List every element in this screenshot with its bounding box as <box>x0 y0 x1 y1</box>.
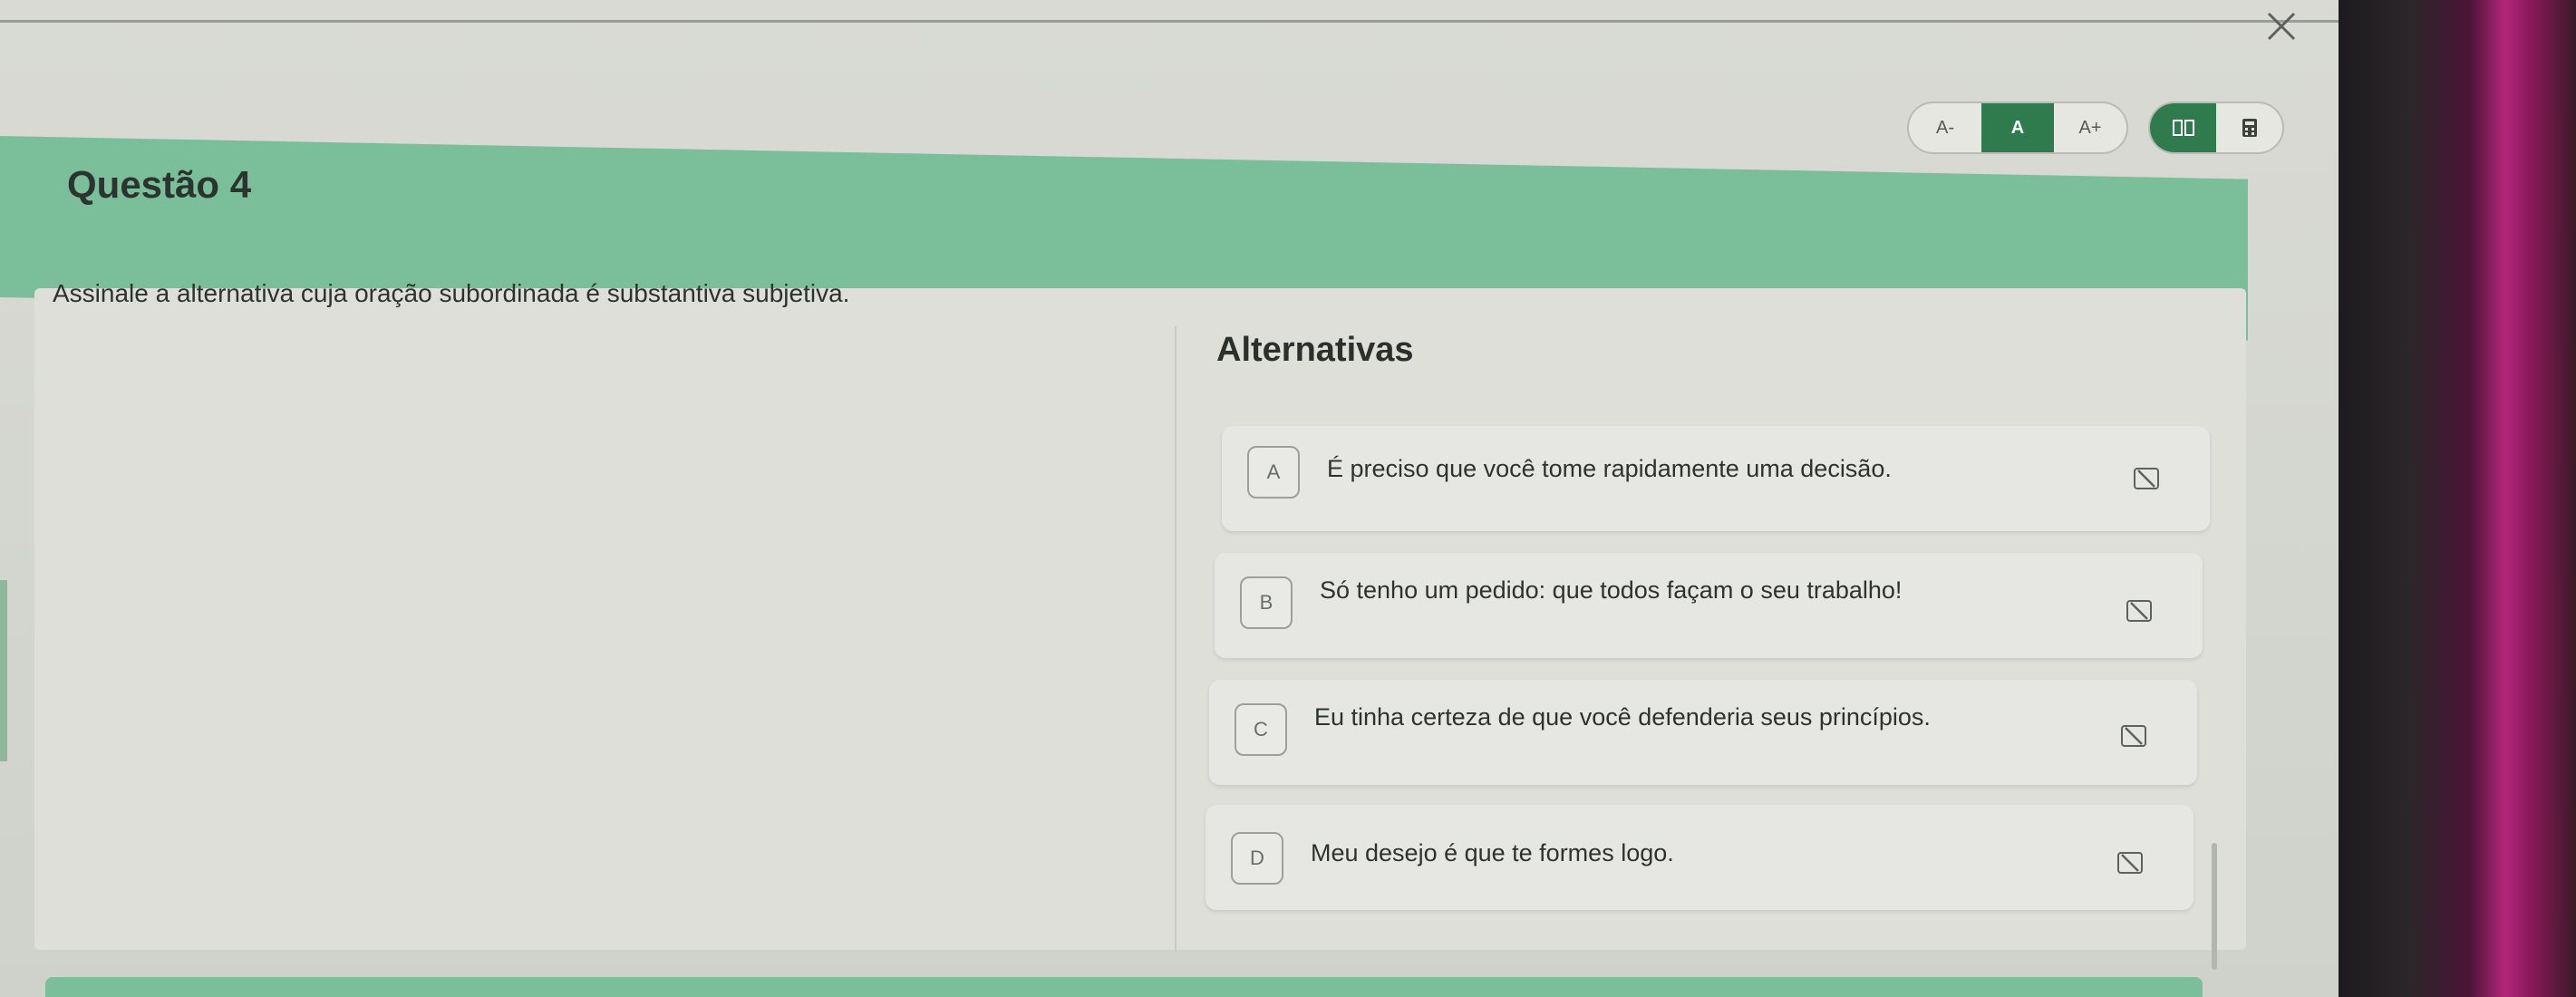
close-button[interactable] <box>2257 2 2306 51</box>
calculator-icon <box>2242 119 2257 137</box>
columns-view-button[interactable] <box>2150 103 2216 152</box>
alternative-text: Eu tinha certeza de que você defenderia … <box>1314 703 1931 731</box>
font-decrease-button[interactable]: A- <box>1909 103 1981 152</box>
alternative-c[interactable]: C Eu tinha certeza de que você defenderi… <box>1209 680 2197 785</box>
close-icon <box>2267 12 2296 41</box>
strikethrough-icon <box>2134 468 2159 489</box>
tool-group <box>2148 102 2284 154</box>
alternative-letter: A <box>1247 446 1300 498</box>
strikethrough-icon <box>2121 725 2146 747</box>
alternative-a[interactable]: A É preciso que você tome rapidamente um… <box>1222 426 2210 531</box>
alternative-letter: C <box>1235 703 1287 756</box>
strikethrough-button[interactable] <box>2130 462 2163 495</box>
font-default-button[interactable]: A <box>1981 103 2054 152</box>
alternatives-title: Alternativas <box>1216 331 1414 369</box>
bottom-bar <box>45 977 2203 997</box>
font-increase-button[interactable]: A+ <box>2054 103 2126 152</box>
strikethrough-icon <box>2126 600 2152 622</box>
scrollbar[interactable] <box>2212 843 2217 970</box>
strikethrough-icon <box>2117 852 2143 874</box>
alternative-d[interactable]: D Meu desejo é que te formes logo. <box>1206 805 2193 910</box>
alternative-b[interactable]: B Só tenho um pedido: que todos façam o … <box>1215 553 2203 658</box>
monitor-bezel <box>2339 0 2576 997</box>
alternative-text: Meu desejo é que te formes logo. <box>1311 839 1674 866</box>
font-size-group: A- A A+ <box>1907 102 2128 154</box>
toolbar: A- A A+ <box>1907 102 2284 154</box>
question-title: Questão 4 <box>67 163 252 206</box>
strikethrough-button[interactable] <box>2123 595 2155 627</box>
alternative-text: É preciso que você tome rapidamente uma … <box>1327 455 1892 482</box>
exam-screen: A- A A+ Questão 4 Assinale a alternativa… <box>0 0 2339 997</box>
question-statement: Assinale a alternativa cuja oração subor… <box>53 279 850 307</box>
strikethrough-button[interactable] <box>2114 847 2146 879</box>
alternative-text: Só tenho um pedido: que todos façam o se… <box>1320 576 1903 604</box>
strikethrough-button[interactable] <box>2117 720 2150 752</box>
alternative-letter: D <box>1231 832 1283 885</box>
panel-divider <box>1175 326 1177 952</box>
left-edge-strip <box>0 580 7 761</box>
top-rule <box>0 20 2339 23</box>
calculator-button[interactable] <box>2216 103 2282 152</box>
alternative-letter: B <box>1240 576 1293 629</box>
columns-icon <box>2172 120 2194 136</box>
